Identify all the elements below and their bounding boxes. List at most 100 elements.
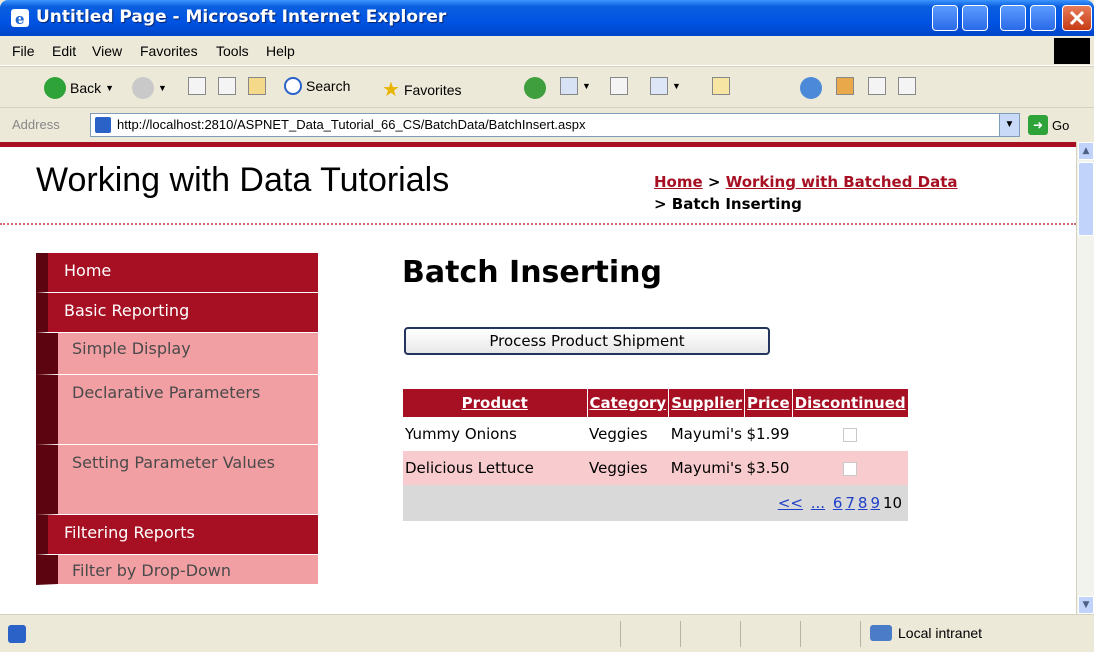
menu-item-label: Home: [64, 261, 112, 280]
address-dropdown-icon[interactable]: ▼: [999, 114, 1019, 136]
menu-favorites[interactable]: Favorites: [140, 43, 198, 59]
home-button[interactable]: [248, 77, 266, 95]
vertical-scrollbar[interactable]: ▲ ▼: [1076, 142, 1094, 614]
menu-item-setting-parameter-values[interactable]: Setting Parameter Values: [36, 445, 318, 515]
scroll-up-icon[interactable]: ▲: [1078, 142, 1094, 160]
close-button[interactable]: [1062, 5, 1092, 31]
home-icon: [248, 77, 266, 95]
breadcrumb-current: Batch Inserting: [671, 195, 802, 213]
pager-page-6[interactable]: 6: [833, 494, 843, 512]
menu-item-declarative-parameters[interactable]: Declarative Parameters: [36, 375, 318, 445]
grid-icon: [898, 77, 916, 95]
status-divider: [620, 621, 621, 647]
windows-logo-icon: [1054, 38, 1090, 64]
maximize-button[interactable]: [1030, 5, 1056, 31]
menu-item-filtering-reports[interactable]: Filtering Reports: [36, 515, 318, 555]
menu-item-basic-reporting[interactable]: Basic Reporting: [36, 293, 318, 333]
breadcrumb-section[interactable]: Working with Batched Data: [726, 173, 958, 191]
menu-file[interactable]: File: [12, 43, 35, 59]
tool-button[interactable]: [868, 77, 886, 95]
chevron-down-icon: ▼: [672, 81, 681, 91]
chevron-down-icon: ▼: [105, 83, 115, 93]
favorites-button[interactable]: ★ Favorites: [382, 77, 462, 102]
pager-ellipsis[interactable]: ...: [811, 494, 825, 512]
pager-page-8[interactable]: 8: [858, 494, 868, 512]
back-button[interactable]: Back ▼: [44, 77, 114, 99]
folder-icon: [712, 77, 730, 95]
star-icon: ★: [382, 79, 400, 101]
table-row: Delicious Lettuce Veggies Mayumi's $3.50: [403, 451, 909, 485]
pager-current: 10: [883, 494, 903, 512]
menu-item-home[interactable]: Home: [36, 253, 318, 293]
tool-button-2[interactable]: [898, 77, 916, 95]
chevron-down-icon: ▼: [582, 81, 591, 91]
messenger-button[interactable]: [800, 77, 822, 99]
address-bar: Address http://localhost:2810/ASPNET_Dat…: [0, 108, 1094, 142]
cell-discontinued: [792, 451, 909, 485]
header-product[interactable]: Product: [403, 389, 588, 417]
pager-page-7[interactable]: 7: [845, 494, 855, 512]
back-label: Back: [70, 80, 102, 96]
status-bar: Local intranet: [0, 614, 1094, 652]
refresh-icon: [218, 77, 236, 95]
go-button[interactable]: ➜ Go: [1028, 115, 1069, 135]
breadcrumb-separator: >: [654, 195, 672, 213]
stop-icon: [188, 77, 206, 95]
header-price[interactable]: Price: [744, 389, 793, 417]
breadcrumb-separator: >: [702, 173, 726, 191]
search-label: Search: [306, 78, 351, 94]
pager-first[interactable]: <<: [778, 494, 803, 512]
svg-text:e: e: [15, 10, 25, 28]
cell-supplier: Mayumi's: [670, 425, 742, 443]
header-supplier[interactable]: Supplier: [668, 389, 746, 417]
toolbar: Back ▼ ▼ Search ★ Favorites ▼ ▼: [0, 66, 1094, 108]
forward-arrow-icon: [132, 77, 154, 99]
tool-icon: [868, 77, 886, 95]
restore-icon[interactable]: [932, 5, 958, 31]
pager-cell: << ... 6 7 8 9 10: [403, 485, 909, 521]
menu-item-partial[interactable]: Filter by Drop-Down: [36, 555, 318, 585]
print-icon: [610, 77, 628, 95]
menu-bar: File Edit View Favorites Tools Help: [0, 36, 1094, 66]
process-shipment-button[interactable]: Process Product Shipment: [404, 327, 770, 355]
window-title: Untitled Page - Microsoft Internet Explo…: [36, 7, 447, 27]
site-title: Working with Data Tutorials: [36, 161, 450, 199]
discontinued-checkbox[interactable]: [843, 461, 858, 476]
search-button[interactable]: Search: [284, 77, 350, 95]
research-button[interactable]: [836, 77, 854, 95]
globe-icon: [800, 77, 822, 99]
edit-button[interactable]: ▼: [650, 77, 681, 95]
intranet-icon: [870, 625, 892, 641]
cell-category: Veggies: [587, 451, 669, 485]
maximize-icon[interactable]: [962, 5, 988, 31]
menu-tools[interactable]: Tools: [216, 43, 249, 59]
status-divider: [680, 621, 681, 647]
forward-button[interactable]: ▼: [132, 77, 167, 99]
menu-view[interactable]: View: [92, 43, 122, 59]
menu-edit[interactable]: Edit: [52, 43, 76, 59]
address-input[interactable]: http://localhost:2810/ASPNET_Data_Tutori…: [90, 113, 1020, 137]
scroll-down-icon[interactable]: ▼: [1078, 596, 1094, 614]
refresh-button[interactable]: [218, 77, 236, 95]
discontinued-checkbox[interactable]: [843, 427, 858, 442]
products-grid: Product Category Supplier Price Disconti…: [403, 389, 909, 521]
table-row: Yummy Onions Veggies Mayumi's $1.99: [403, 417, 908, 451]
cell-product: Yummy Onions: [405, 425, 517, 443]
menu-help[interactable]: Help: [266, 43, 295, 59]
history-button[interactable]: [524, 77, 546, 99]
minimize-button[interactable]: [1000, 5, 1026, 31]
research-icon: [836, 77, 854, 95]
print-button[interactable]: [610, 77, 628, 95]
security-zone: Local intranet: [870, 625, 982, 641]
menu-item-label: Declarative Parameters: [72, 383, 261, 402]
menu-item-simple-display[interactable]: Simple Display: [36, 333, 318, 375]
scroll-thumb[interactable]: [1078, 162, 1094, 236]
breadcrumb-home[interactable]: Home: [654, 173, 703, 191]
mail-button[interactable]: ▼: [560, 77, 591, 95]
cell-category: Veggies: [589, 425, 648, 443]
discuss-button[interactable]: [712, 77, 730, 95]
pager-page-9[interactable]: 9: [870, 494, 880, 512]
stop-button[interactable]: [188, 77, 206, 95]
header-category[interactable]: Category: [587, 389, 670, 417]
header-discontinued[interactable]: Discontinued: [792, 389, 909, 417]
